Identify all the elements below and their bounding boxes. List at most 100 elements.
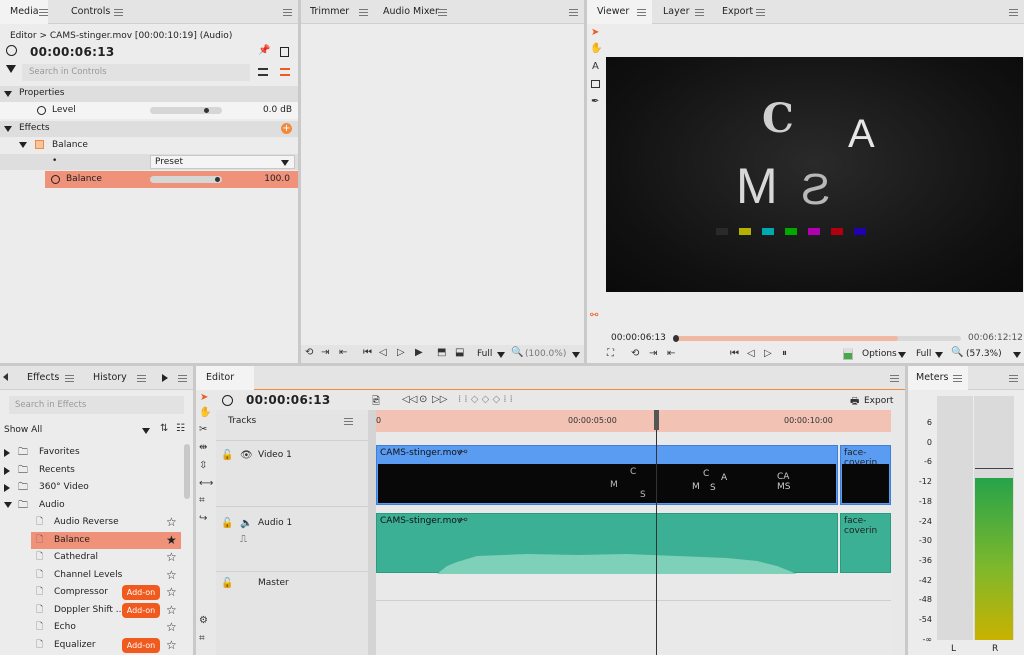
settings-icon[interactable]: ⚙ [199, 615, 208, 626]
favorite-star-icon[interactable]: ★ [166, 532, 177, 549]
effect-item[interactable]: 🗋 Echo ☆ [31, 619, 181, 636]
effect-item[interactable]: 🗋 Audio Reverse ☆ [31, 514, 181, 531]
effects-scrollbar[interactable] [184, 444, 190, 499]
export-icon[interactable]: 🖶 [850, 394, 859, 411]
shape-tool-icon[interactable] [591, 80, 600, 88]
pause-icon[interactable]: ⏸ [782, 348, 787, 359]
video-track-label[interactable]: Video 1 [258, 450, 292, 460]
favorite-star-icon[interactable]: ☆ [166, 602, 177, 619]
add-effect-icon[interactable]: + [281, 123, 292, 134]
play-icon[interactable]: ▶ [415, 347, 423, 358]
waveform-toggle-icon[interactable]: ⎍ [240, 534, 247, 545]
effect-item[interactable]: 🗋 Equalizer Add-on ☆ [31, 637, 181, 654]
play-fwd-icon[interactable]: ▷ [764, 348, 772, 359]
safe-area-icon[interactable]: ⛶ [607, 348, 614, 359]
export-frame-icon[interactable]: ⇥ [649, 348, 657, 359]
loop-icon[interactable]: ⟲ [631, 348, 639, 359]
hand-icon[interactable]: ✋ [199, 407, 211, 418]
quality-dropdown[interactable]: Full [916, 349, 931, 359]
tab-media-menu-icon[interactable] [39, 9, 48, 16]
go-start-icon[interactable]: ⏮ [730, 348, 739, 359]
overwrite-icon[interactable]: ⬓ [455, 347, 464, 358]
tab-effects-menu-icon[interactable] [65, 375, 74, 382]
sort-icon[interactable]: ⇅ [160, 423, 168, 434]
track-select-icon[interactable]: ↪ [199, 513, 207, 524]
export-button[interactable]: Export [864, 396, 893, 406]
timeline-ruler[interactable]: 0 00:00:05:00 00:00:10:00 [376, 410, 891, 432]
master-track-label[interactable]: Master [258, 578, 289, 588]
editor-timecode[interactable]: 00:00:06:13 [246, 393, 331, 407]
filter-dropdown[interactable]: Show All [4, 425, 154, 439]
tree-folder[interactable]: 🗀 Recents [4, 462, 174, 479]
text-tool-icon[interactable]: A [592, 61, 599, 72]
next-video-clip[interactable]: face-coverin [840, 445, 891, 505]
pen-tool-icon[interactable]: ✒ [591, 96, 599, 107]
favorite-star-icon[interactable]: ☆ [166, 619, 177, 636]
timeline-area[interactable]: 0 00:00:05:00 00:00:10:00 CAMS-stinger.m… [376, 410, 891, 655]
pin-icon[interactable]: 📌 [258, 45, 270, 56]
audio-track-label[interactable]: Audio 1 [258, 518, 292, 528]
addon-badge[interactable]: Add-on [122, 637, 160, 653]
next-audio-clip[interactable]: face-coverin [840, 513, 891, 573]
list-view-alt-icon[interactable] [280, 68, 290, 76]
out-point-icon[interactable]: ⇤ [339, 347, 347, 358]
viewer-scrubbar[interactable] [673, 335, 961, 342]
lock-icon[interactable]: 🔓 [221, 518, 233, 529]
effect-item[interactable]: 🗋 Cathedral ☆ [31, 549, 181, 566]
balance-slider[interactable] [150, 176, 222, 183]
insert-icon[interactable]: ⬒ [437, 347, 446, 358]
keyframe-nav-icon[interactable]: ⁞ ⁞ ◇ ◇ ◇ ⁞ ⁞ [458, 394, 513, 405]
layout-icon[interactable] [280, 47, 289, 57]
tab-layer-menu-icon[interactable] [695, 9, 704, 16]
view-options-icon[interactable]: ☷ [176, 423, 185, 434]
ripple-icon[interactable]: ⟷ [199, 478, 213, 489]
effect-item[interactable]: 🗋 Balance ★ [31, 531, 181, 549]
tabs-scroll-left-icon[interactable] [3, 373, 8, 381]
playhead-handle[interactable] [654, 410, 659, 430]
list-view-icon[interactable] [258, 68, 268, 76]
effect-item[interactable]: 🗋 Channel Levels ☆ [31, 567, 181, 584]
rate-icon[interactable]: ⌗ [199, 495, 205, 506]
panel-menu-icon[interactable] [1009, 9, 1018, 16]
tree-folder[interactable]: 🗀 Favorites [4, 444, 174, 461]
pointer-icon[interactable]: ➤ [591, 27, 599, 38]
chevron-down-icon[interactable] [572, 352, 580, 358]
effects-section[interactable]: Effects + [0, 121, 298, 137]
lock-icon[interactable]: 🔓 [221, 578, 233, 589]
addon-badge[interactable]: Add-on [122, 585, 160, 600]
preset-dropdown[interactable]: Preset [150, 155, 295, 169]
controls-timecode[interactable]: 00:00:06:13 [30, 45, 115, 59]
tab-export-menu-icon[interactable] [756, 9, 765, 16]
viewer-timecode-current[interactable]: 00:00:06:13 [611, 333, 666, 343]
snap-icon[interactable]: ⌗ [199, 633, 205, 644]
in-point-icon[interactable]: ⇥ [321, 347, 329, 358]
favorite-star-icon[interactable]: ☆ [166, 584, 177, 601]
options-dropdown[interactable]: Options [862, 349, 897, 359]
magnifier-icon[interactable]: 🔍 [951, 347, 963, 358]
panel-menu-icon[interactable] [569, 9, 578, 16]
trimmer-zoom-select[interactable]: Full [477, 349, 492, 359]
loop-icon[interactable]: ⟲ [305, 347, 313, 358]
tabs-scroll-right-icon[interactable] [162, 374, 168, 382]
tab-editor[interactable]: Editor [196, 366, 254, 390]
scrub-playhead[interactable] [673, 335, 679, 342]
video-canvas[interactable]: C A M S [606, 57, 1023, 292]
tree-folder[interactable]: 🗀 360° Video [4, 479, 174, 496]
slide-icon[interactable]: ⇳ [199, 460, 207, 471]
tracks-menu-icon[interactable] [344, 418, 353, 425]
prev-marker-icon[interactable]: ◁◁ [402, 394, 417, 405]
panel-menu-icon[interactable] [890, 375, 899, 382]
tab-history-menu-icon[interactable] [137, 375, 146, 382]
search-effects-input[interactable]: Search in Effects [9, 396, 184, 414]
hand-icon[interactable]: ✋ [590, 43, 602, 54]
media-icon[interactable]: 🖻 [372, 394, 380, 411]
panel-menu-icon[interactable] [283, 9, 292, 16]
tab-meters-menu-icon[interactable] [953, 375, 962, 382]
step-play-icon[interactable]: ▷ [397, 347, 405, 358]
audio-clip[interactable]: CAMS-stinger.mov ⚯ [376, 513, 838, 574]
favorite-star-icon[interactable]: ☆ [166, 514, 177, 531]
favorite-star-icon[interactable]: ☆ [166, 637, 177, 654]
tab-export[interactable]: Export [715, 0, 775, 24]
link-icon[interactable]: ⚯ [590, 310, 598, 321]
tab-audio-mixer-menu-icon[interactable] [438, 9, 447, 16]
